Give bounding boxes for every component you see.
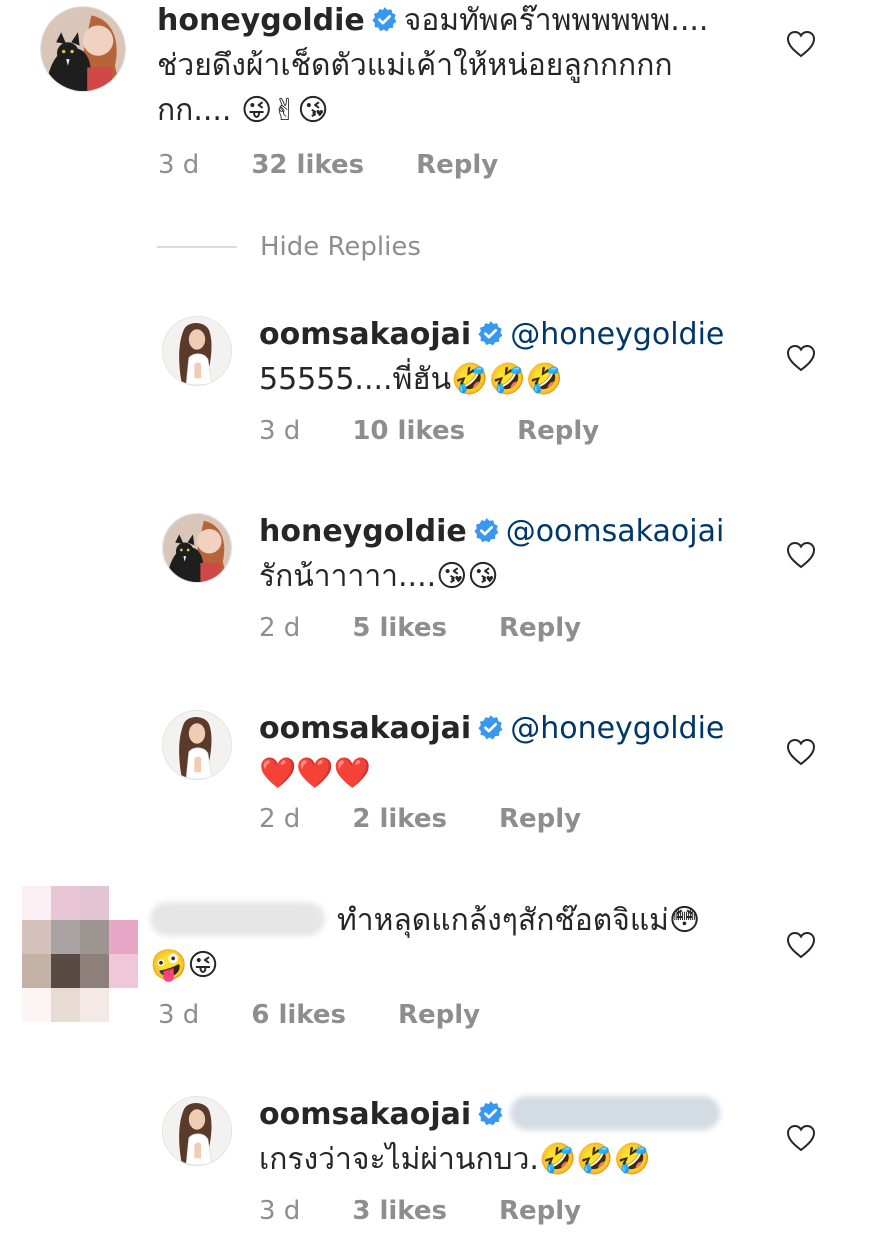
likes-count[interactable]: 10 likes xyxy=(352,416,465,446)
reply-button[interactable]: Reply xyxy=(499,613,581,643)
heart-icon[interactable] xyxy=(786,1124,816,1152)
comment-body: กก.... 😜✌😘 xyxy=(157,93,329,128)
avatar[interactable] xyxy=(162,710,232,780)
heart-icon[interactable] xyxy=(786,931,816,959)
comment-time: 3 d xyxy=(259,1196,301,1226)
comment-text: honeygoldie @oomsakaojai รักน้าาาาา....😘😘 xyxy=(259,509,759,599)
comment-time: 3 d xyxy=(259,416,301,446)
comment-meta: 2 d 5 likes Reply xyxy=(259,613,633,643)
comment-body: 55555....พี่ฮัน🤣🤣🤣 xyxy=(259,362,564,397)
comment-body: เกรงว่าจะไม่ผ่านกบว.🤣🤣🤣 xyxy=(259,1142,652,1177)
reply-button[interactable]: Reply xyxy=(517,416,599,446)
avatar[interactable] xyxy=(162,316,232,386)
blurred-username[interactable] xyxy=(150,902,325,936)
heart-icon[interactable] xyxy=(786,738,816,766)
blurred-mention[interactable] xyxy=(510,1096,721,1130)
avatar[interactable] xyxy=(40,6,126,92)
avatar[interactable] xyxy=(162,513,232,583)
avatar[interactable] xyxy=(22,886,140,1022)
reply-item: oomsakaojai @honeygoldie 55555....พี่ฮัน🤣… xyxy=(0,300,869,460)
username[interactable]: honeygoldie xyxy=(157,3,365,38)
comment-text: oomsakaojai เกรงว่าจะไม่ผ่านกบว.🤣🤣🤣 xyxy=(259,1092,779,1182)
comment-meta: 3 d 32 likes Reply xyxy=(158,150,550,180)
verified-badge-icon xyxy=(477,1100,504,1127)
comment-meta: 3 d 10 likes Reply xyxy=(259,416,651,446)
mention-link[interactable]: @honeygoldie xyxy=(510,317,724,352)
heart-icon[interactable] xyxy=(786,344,816,372)
heart-icon[interactable] xyxy=(786,30,816,58)
comment-body: ทำหลุดแกล้งๆสักช๊อตจิแม่😳 xyxy=(337,903,701,938)
comment-meta: 2 d 2 likes Reply xyxy=(259,804,633,834)
comment-body: รักน้าาาาา....😘😘 xyxy=(259,559,499,594)
comment-meta: 3 d 3 likes Reply xyxy=(259,1196,633,1226)
avatar[interactable] xyxy=(162,1096,232,1166)
reply-button[interactable]: Reply xyxy=(499,804,581,834)
comment-item: honeygoldie จอมทัพคร๊าพพพพพพ.... ช่วยดึงผ… xyxy=(0,0,869,200)
reply-button[interactable]: Reply xyxy=(499,1196,581,1226)
reply-item: oomsakaojai @honeygoldie ❤️❤️❤️ 2 d 2 lik… xyxy=(0,694,869,854)
heart-icon[interactable] xyxy=(786,541,816,569)
comment-text: oomsakaojai @honeygoldie ❤️❤️❤️ xyxy=(259,706,759,796)
divider xyxy=(157,246,237,248)
comment-body: จอมทัพคร๊าพพพพพพ.... xyxy=(403,3,709,38)
comment-time: 3 d xyxy=(158,1000,200,1030)
comment-text: ทำหลุดแกล้งๆสักช๊อตจิแม่😳 🤪😜 xyxy=(150,898,770,988)
verified-badge-icon xyxy=(371,6,398,33)
mention-link[interactable]: @honeygoldie xyxy=(510,711,724,746)
reply-button[interactable]: Reply xyxy=(416,150,498,180)
likes-count[interactable]: 6 likes xyxy=(251,1000,346,1030)
comment-meta: 3 d 6 likes Reply xyxy=(158,1000,532,1030)
reply-item: honeygoldie @oomsakaojai รักน้าาาาา....😘😘… xyxy=(0,497,869,657)
comment-time: 2 d xyxy=(259,804,301,834)
username[interactable]: oomsakaojai xyxy=(259,711,471,746)
reply-item: oomsakaojai เกรงว่าจะไม่ผ่านกบว.🤣🤣🤣 3 d … xyxy=(0,1080,869,1250)
likes-count[interactable]: 3 likes xyxy=(352,1196,447,1226)
mention-link[interactable]: @oomsakaojai xyxy=(506,514,725,549)
username[interactable]: oomsakaojai xyxy=(259,317,471,352)
verified-badge-icon xyxy=(477,320,504,347)
likes-count[interactable]: 2 likes xyxy=(352,804,447,834)
verified-badge-icon xyxy=(473,517,500,544)
comment-item: ทำหลุดแกล้งๆสักช๊อตจิแม่😳 🤪😜 3 d 6 likes… xyxy=(0,880,869,1050)
comment-time: 2 d xyxy=(259,613,301,643)
comment-time: 3 d xyxy=(158,150,200,180)
comment-body: 🤪😜 xyxy=(150,948,219,983)
comment-text: honeygoldie จอมทัพคร๊าพพพพพพ.... ช่วยดึงผ… xyxy=(157,0,757,133)
username[interactable]: oomsakaojai xyxy=(259,1097,471,1132)
reply-button[interactable]: Reply xyxy=(398,1000,480,1030)
comment-text: oomsakaojai @honeygoldie 55555....พี่ฮัน🤣… xyxy=(259,312,759,402)
verified-badge-icon xyxy=(477,714,504,741)
hide-replies-button[interactable]: Hide Replies xyxy=(260,232,421,262)
comment-body: ช่วยดึงผ้าเช็ดตัวแม่เค้าให้หน่อยลูกกกกก xyxy=(157,48,673,83)
comment-body: ❤️❤️❤️ xyxy=(259,756,372,791)
likes-count[interactable]: 5 likes xyxy=(352,613,447,643)
username[interactable]: honeygoldie xyxy=(259,514,467,549)
likes-count[interactable]: 32 likes xyxy=(251,150,364,180)
